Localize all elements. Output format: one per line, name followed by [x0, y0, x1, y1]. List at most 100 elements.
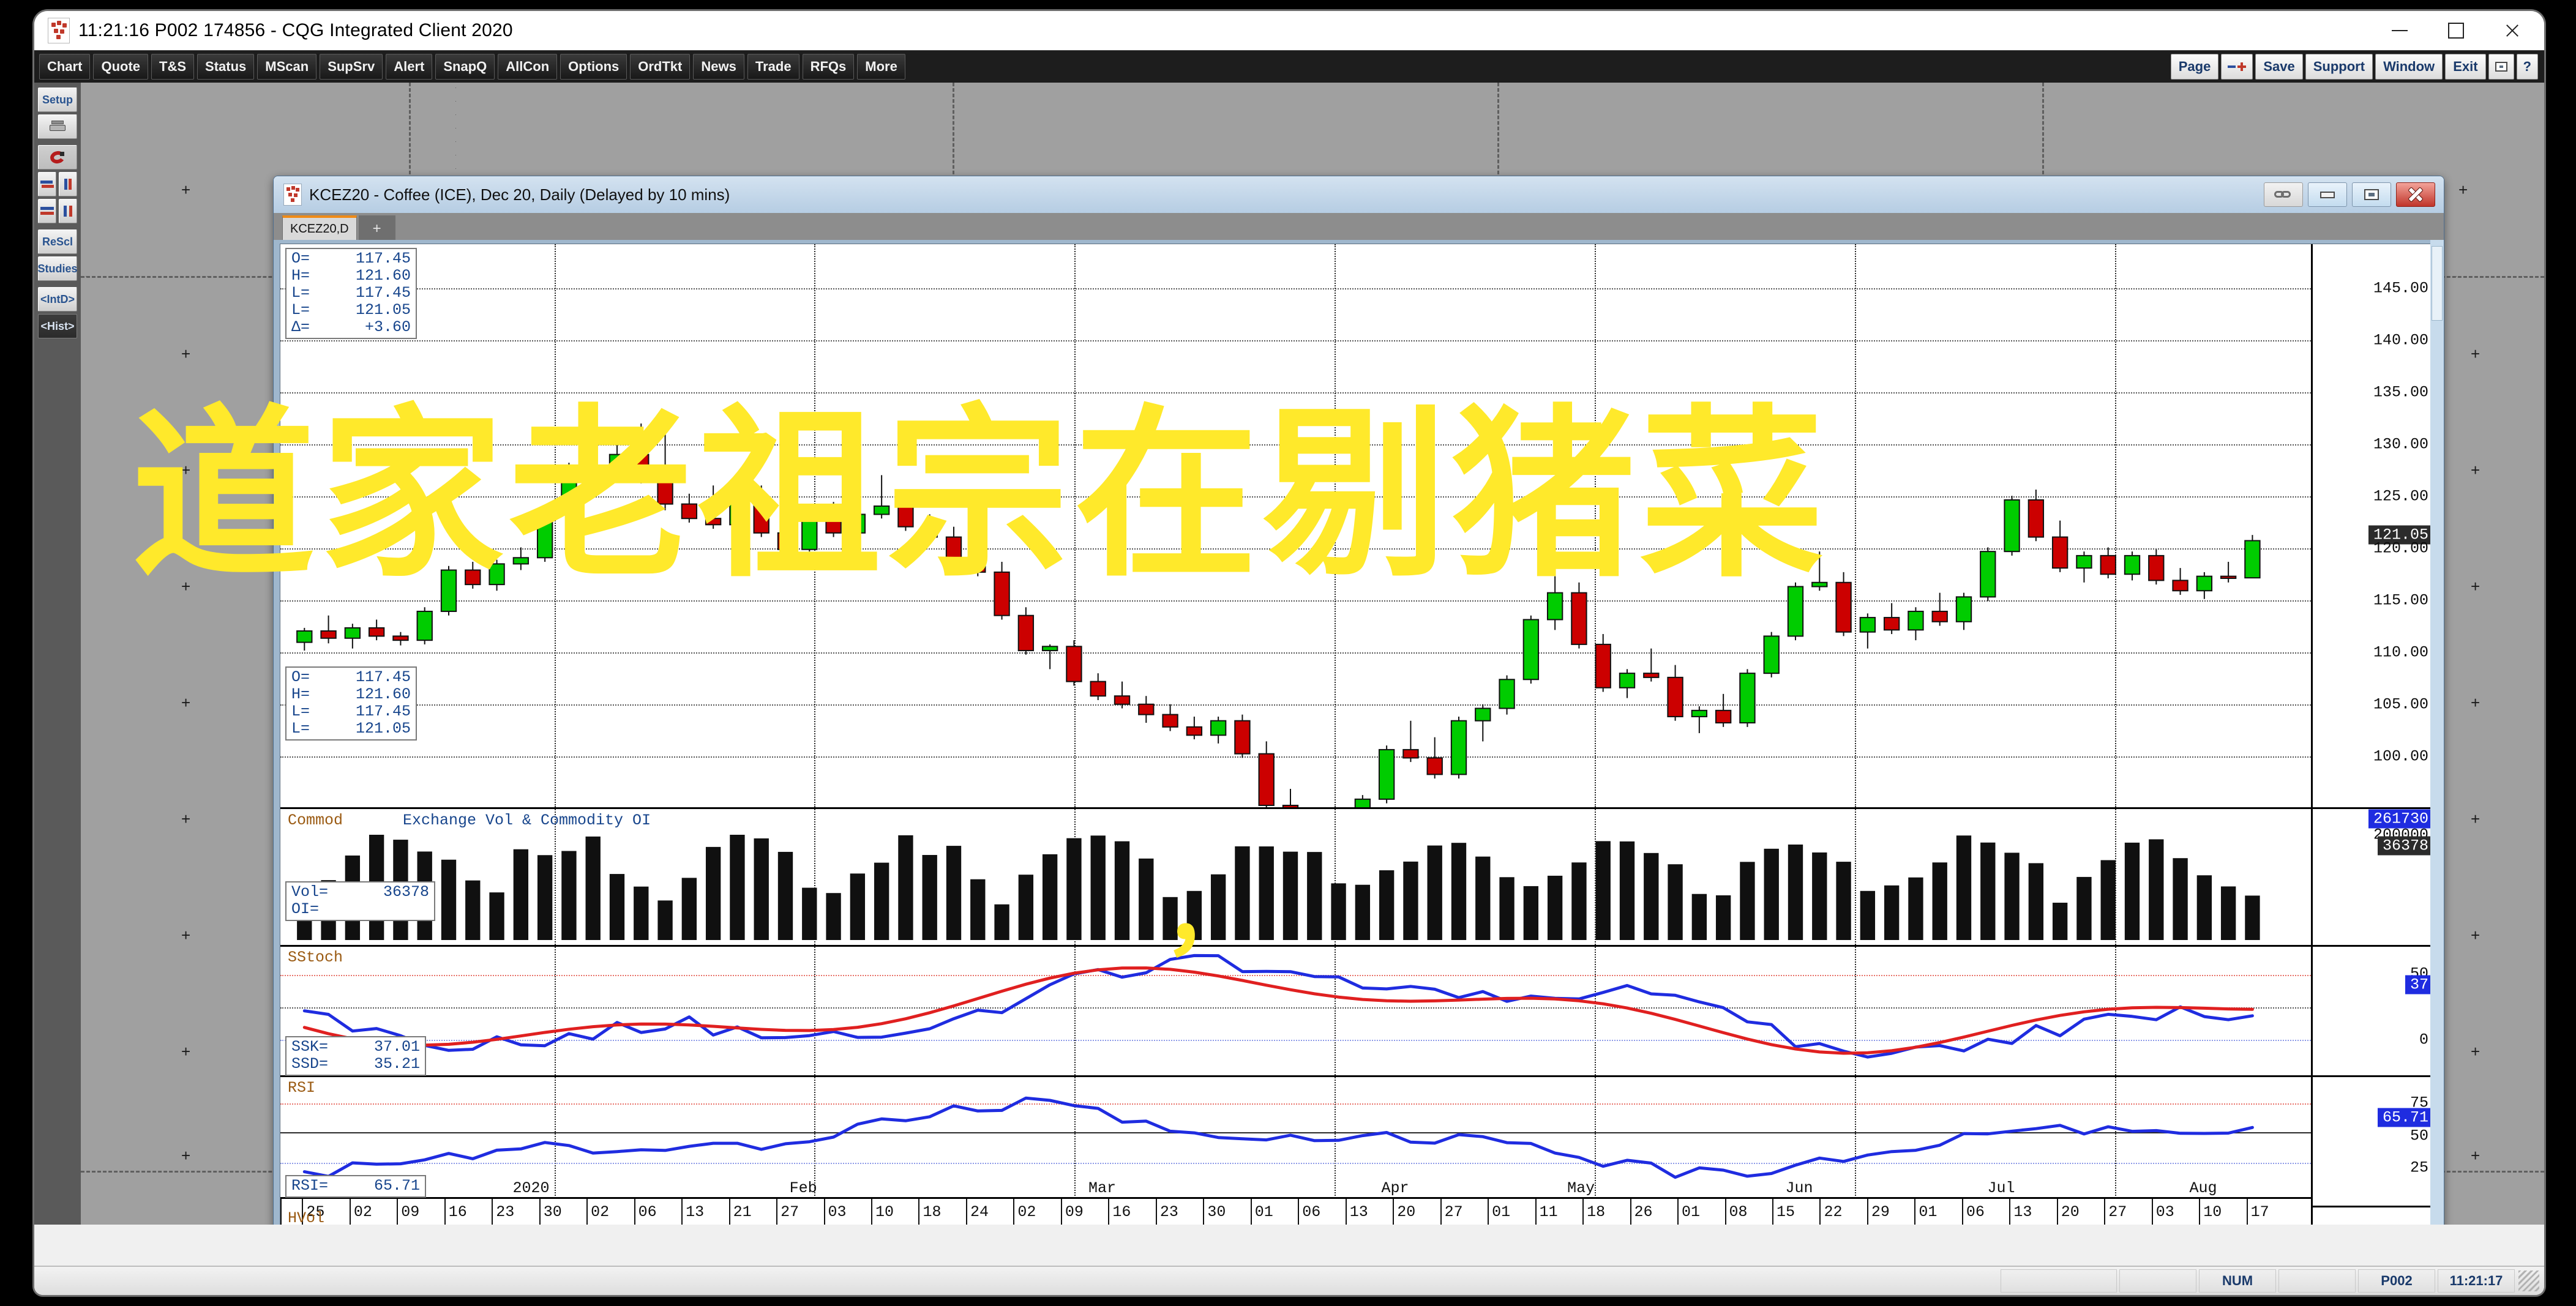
candlestick-series	[296, 424, 2261, 807]
scrollbar-thumb[interactable]	[2432, 246, 2443, 321]
date-tick: 06	[1298, 1199, 1345, 1225]
horizontal-arrows-button[interactable]	[38, 172, 56, 196]
desktop-marker: +	[2471, 926, 2481, 944]
chart-canvas-area: O= 117.45 H= 121.60 L= 117.45 L= 121.05 …	[274, 240, 2444, 1225]
cqg-logo-icon	[283, 184, 302, 206]
chart-window: KCEZ20 - Coffee (ICE), Dec 20, Daily (De…	[273, 176, 2444, 1225]
horizontal-arrows-icon	[39, 178, 55, 190]
month-label: Apr	[1381, 1179, 1409, 1197]
chart-vertical-scrollbar[interactable]	[2430, 240, 2444, 1225]
menu-button-options[interactable]: Options	[560, 54, 627, 80]
axis-label: 145.00	[2373, 279, 2428, 297]
date-tick: 16	[1108, 1199, 1155, 1225]
chart-window-title-bar[interactable]: KCEZ20 - Coffee (ICE), Dec 20, Daily (De…	[274, 176, 2444, 213]
menu-button-ordtkt[interactable]: OrdTkt	[630, 54, 691, 80]
date-tick-label: 10	[875, 1203, 894, 1221]
arrow-button-row-2	[38, 199, 77, 223]
chart-tab-strip: KCEZ20,D +	[274, 213, 2444, 240]
date-tick: 15	[1772, 1199, 1819, 1225]
studies-button[interactable]: Studies	[38, 256, 78, 281]
date-tick: 06	[634, 1199, 681, 1225]
chart-restore-button[interactable]	[2352, 182, 2391, 207]
axis-label: 50	[2409, 1127, 2428, 1145]
date-tick: 01	[1250, 1199, 1298, 1225]
chart-plot-canvas[interactable]: O= 117.45 H= 121.60 L= 117.45 L= 121.05 …	[280, 244, 2438, 1225]
date-tick: 09	[1060, 1199, 1108, 1225]
setup-button[interactable]: Setup	[38, 88, 77, 112]
support-button[interactable]: Support	[2305, 54, 2373, 80]
chart-close-button[interactable]	[2396, 182, 2435, 207]
window-button[interactable]: Window	[2375, 54, 2443, 80]
date-tick: 24	[965, 1199, 1013, 1225]
date-axis[interactable]: 25 02 09 16 23 30 02 06 13 21 27 03 10 18 24 02 09 16 23 30…	[280, 1197, 2311, 1225]
minimize-button[interactable]	[2372, 11, 2428, 50]
history-button[interactable]: <Hist>	[38, 314, 77, 338]
desktop-marker: +	[2471, 461, 2481, 479]
intraday-button[interactable]: <IntD>	[38, 287, 77, 312]
axis-label: 37	[2405, 975, 2433, 994]
date-tick-label: 13	[1349, 1203, 1368, 1221]
page-button[interactable]: Page	[2170, 54, 2219, 80]
date-tick: 29	[1866, 1199, 1914, 1225]
status-clock: 11:21:17	[2438, 1269, 2515, 1293]
resize-grip-icon[interactable]	[2518, 1271, 2539, 1291]
menu-button-ts[interactable]: T&S	[151, 54, 195, 80]
main-application-window: 11:21:16 P002 174856 - CQG Integrated Cl…	[34, 11, 2544, 1295]
magnet-button[interactable]	[38, 145, 77, 170]
status-blank-2	[2119, 1269, 2196, 1293]
date-tick-label: 13	[686, 1203, 705, 1221]
menu-button-status[interactable]: Status	[197, 54, 255, 80]
vertical-arrows-button[interactable]	[59, 172, 77, 196]
date-tick-label: 21	[733, 1203, 752, 1221]
menu-button-chart[interactable]: Chart	[39, 54, 91, 80]
date-tick: 02	[349, 1199, 397, 1225]
print-button[interactable]	[38, 114, 77, 139]
date-tick-label: 20	[1397, 1203, 1416, 1221]
menu-button-quote[interactable]: Quote	[93, 54, 149, 80]
sstoch-readout: SSK= 37.01 SSD= 35.21	[285, 1036, 427, 1076]
menu-button-mscan[interactable]: MScan	[257, 54, 317, 80]
menu-button-trade[interactable]: Trade	[747, 54, 799, 80]
minus-plus-button[interactable]	[2221, 54, 2253, 80]
menu-button-snapq[interactable]: SnapQ	[435, 54, 495, 80]
date-tick: 11	[1535, 1199, 1582, 1225]
date-tick-label: 03	[828, 1203, 847, 1221]
save-button[interactable]: Save	[2255, 54, 2303, 80]
hvol-axis-labels: 5035.7125	[2311, 1207, 2437, 1225]
date-tick: 08	[1724, 1199, 1772, 1225]
exit-button[interactable]: Exit	[2445, 54, 2486, 80]
axis-label: 140.00	[2373, 331, 2428, 349]
menu-button-alert[interactable]: Alert	[386, 54, 433, 80]
close-icon	[2408, 187, 2424, 203]
price-axis-labels: 145.00 140.00 135.00 130.00 125.00 121.05 120.…	[2311, 244, 2437, 807]
close-button[interactable]	[2484, 11, 2540, 50]
date-tick: 20	[1393, 1199, 1440, 1225]
maximize-button[interactable]	[2428, 11, 2484, 50]
date-tick: 30	[539, 1199, 586, 1225]
add-chart-tab-button[interactable]: +	[358, 215, 395, 240]
axis-label: 25	[2409, 1159, 2428, 1177]
month-label: Jun	[1785, 1179, 1813, 1197]
restore-window-button[interactable]	[2488, 54, 2514, 80]
price-readout: O= 117.45 H= 121.60 L= 117.45 L= 121.05 …	[285, 248, 417, 339]
axis-label: 130.00	[2373, 435, 2428, 453]
menu-button-allcon[interactable]: AllCon	[498, 54, 558, 80]
rsi-axis-labels: 75 65.71 50 25	[2311, 1077, 2437, 1206]
main-menu-toolbar: Chart Quote T&S Status MScan SupSrv Aler…	[34, 50, 2544, 83]
expand-vertical-button[interactable]	[59, 199, 77, 223]
date-tick-label: 02	[353, 1203, 372, 1221]
chart-link-button[interactable]	[2264, 182, 2303, 207]
chart-tab-kcez20[interactable]: KCEZ20,D	[282, 215, 357, 240]
help-button[interactable]: ?	[2516, 54, 2538, 80]
rescale-button[interactable]: ReScl	[38, 229, 77, 254]
axis-label: 125.00	[2373, 487, 2428, 506]
collapse-horizontal-button[interactable]	[38, 199, 56, 223]
rsi-title: RSI	[288, 1079, 316, 1097]
menu-button-rfqs[interactable]: RFQs	[802, 54, 855, 80]
month-label: May	[1567, 1179, 1595, 1197]
chart-minimize-button[interactable]	[2308, 182, 2347, 207]
menu-button-news[interactable]: News	[693, 54, 744, 80]
menu-button-supsrv[interactable]: SupSrv	[320, 54, 383, 80]
date-tick-label: 18	[1587, 1203, 1606, 1221]
menu-button-more[interactable]: More	[857, 54, 905, 80]
